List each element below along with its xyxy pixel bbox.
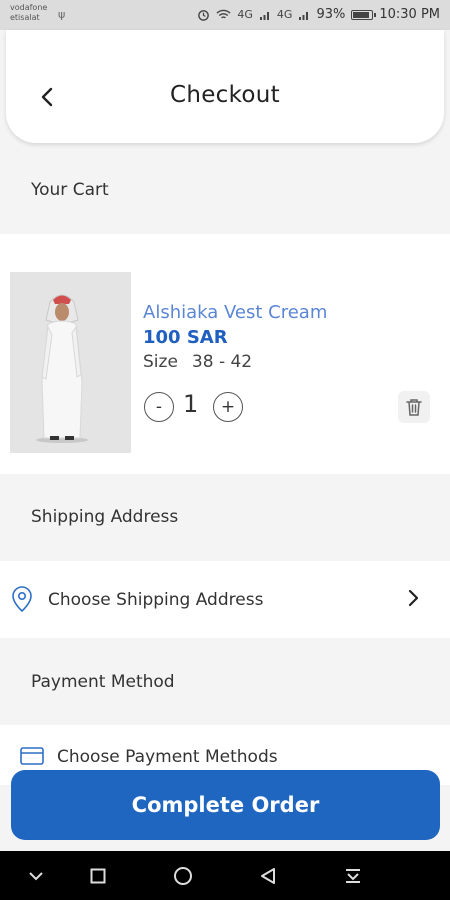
battery-percent: 93% [316, 7, 346, 22]
decrease-quantity-button[interactable]: - [144, 392, 174, 422]
carrier-names: vodafone etisalat [10, 3, 47, 23]
cart-section-title: Your Cart [31, 180, 109, 200]
status-bar: vodafone etisalat ψ 4G 4G 93% 10:30 PM [0, 0, 450, 30]
product-thobe-illustration [10, 272, 131, 453]
recents-button[interactable] [84, 863, 112, 889]
delete-item-button[interactable] [398, 391, 430, 423]
carrier-name-1: vodafone [10, 3, 48, 12]
shipping-section-title: Shipping Address [31, 507, 179, 527]
location-pin-icon [12, 586, 32, 613]
size-value: 38 - 42 [191, 352, 253, 372]
notification-pull-button[interactable] [339, 863, 367, 889]
size-row: Size 38 - 42 [143, 352, 252, 372]
wifi-icon [216, 9, 231, 18]
back-nav-button[interactable] [254, 863, 282, 889]
battery-icon [351, 9, 377, 20]
page-title: Checkout [170, 82, 280, 108]
header: Checkout [6, 30, 444, 143]
chevron-right-icon [408, 589, 418, 607]
network-type-1: 4G [237, 8, 253, 21]
quantity-value: 1 [183, 390, 199, 418]
alarm-icon [198, 10, 210, 21]
carrier-name-2: etisalat [10, 13, 40, 22]
trash-icon [406, 399, 422, 416]
signal-icon-1 [259, 11, 269, 20]
home-button[interactable] [169, 863, 197, 889]
circle-icon [174, 867, 192, 885]
complete-order-button[interactable]: Complete Order [11, 770, 440, 840]
payment-section-title: Payment Method [31, 672, 175, 692]
status-icons: 4G 4G 93% 10:30 PM [197, 7, 440, 22]
size-label: Size [143, 352, 178, 372]
product-name[interactable]: Alshiaka Vest Cream [143, 302, 327, 323]
increase-quantity-button[interactable]: + [213, 392, 243, 422]
pull-down-icon [346, 869, 360, 883]
clock: 10:30 PM [379, 7, 440, 22]
credit-card-icon [20, 747, 44, 765]
choose-shipping-address-label: Choose Shipping Address [48, 590, 264, 610]
chevron-down-icon [29, 872, 43, 881]
square-icon [90, 868, 106, 884]
product-image[interactable] [10, 272, 131, 453]
network-type-2: 4G [276, 8, 293, 21]
choose-shipping-address-row[interactable]: Choose Shipping Address [0, 561, 450, 638]
choose-payment-methods-label: Choose Payment Methods [57, 747, 278, 767]
signal-icon-2 [299, 11, 309, 20]
usb-icon: ψ [58, 8, 66, 21]
cart-item-card: Alshiaka Vest Cream 100 SAR Size 38 - 42 … [0, 234, 450, 474]
triangle-back-icon [261, 868, 275, 884]
product-price: 100 SAR [143, 327, 228, 348]
system-navigation-bar [0, 851, 450, 900]
hide-nav-button[interactable] [22, 863, 50, 889]
